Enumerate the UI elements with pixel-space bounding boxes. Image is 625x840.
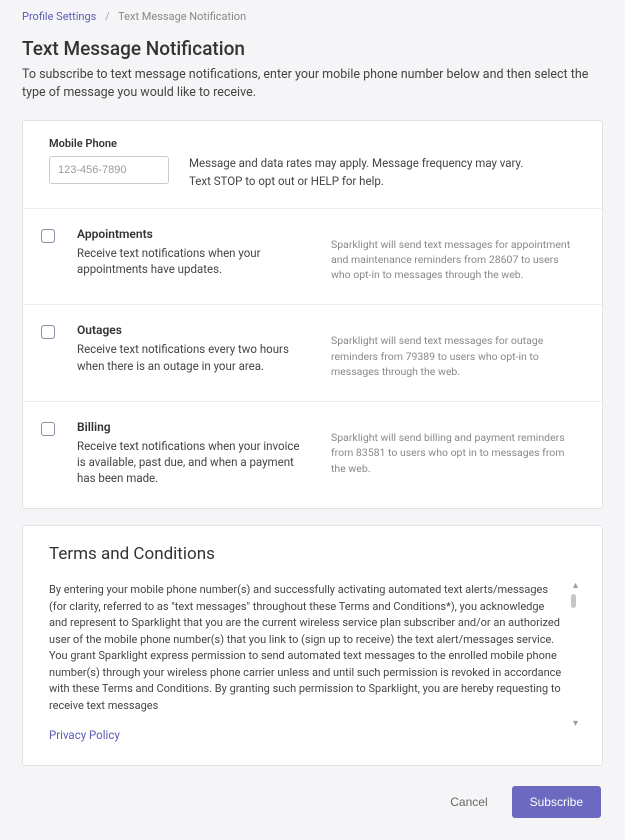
option-billing: Billing Receive text notifications when … xyxy=(23,402,602,508)
notification-card: Mobile Phone Message and data rates may … xyxy=(22,120,603,509)
scrollbar-thumb[interactable] xyxy=(571,594,576,608)
page-subtitle: To subscribe to text message notificatio… xyxy=(22,66,603,102)
page-title: Text Message Notification xyxy=(22,37,603,60)
breadcrumb-parent-link[interactable]: Profile Settings xyxy=(22,10,96,23)
option-desc: Receive text notifications when your inv… xyxy=(77,438,307,486)
mobile-phone-label: Mobile Phone xyxy=(49,137,169,150)
breadcrumb: Profile Settings / Text Message Notifica… xyxy=(22,8,603,37)
option-desc: Receive text notifications every two hou… xyxy=(77,341,307,373)
terms-body: By entering your mobile phone number(s) … xyxy=(49,582,562,714)
option-meta: Sparklight will send text messages for a… xyxy=(331,227,576,283)
checkbox-billing[interactable] xyxy=(41,422,55,436)
mobile-phone-input[interactable] xyxy=(49,156,169,184)
option-meta: Sparklight will send billing and payment… xyxy=(331,420,576,486)
mobile-phone-help-line1: Message and data rates may apply. Messag… xyxy=(189,155,523,172)
subscribe-button[interactable]: Subscribe xyxy=(512,786,601,818)
mobile-phone-help-line2: Text STOP to opt out or HELP for help. xyxy=(189,173,523,190)
terms-card: Terms and Conditions By entering your mo… xyxy=(22,525,603,766)
checkbox-outages[interactable] xyxy=(41,325,55,339)
cancel-button[interactable]: Cancel xyxy=(444,787,493,817)
mobile-phone-help: Message and data rates may apply. Messag… xyxy=(189,137,523,190)
option-desc: Receive text notifications when your app… xyxy=(77,245,307,277)
option-outages: Outages Receive text notifications every… xyxy=(23,305,602,402)
option-title: Outages xyxy=(77,323,307,337)
option-appointments: Appointments Receive text notifications … xyxy=(23,209,602,306)
breadcrumb-separator: / xyxy=(105,10,110,23)
option-title: Appointments xyxy=(77,227,307,241)
terms-scroll-region[interactable]: By entering your mobile phone number(s) … xyxy=(49,582,576,743)
option-meta: Sparklight will send text messages for o… xyxy=(331,323,576,379)
terms-title: Terms and Conditions xyxy=(49,544,576,564)
actions-row: Cancel Subscribe xyxy=(22,782,603,818)
option-title: Billing xyxy=(77,420,307,434)
breadcrumb-current: Text Message Notification xyxy=(118,10,246,23)
checkbox-appointments[interactable] xyxy=(41,229,55,243)
mobile-phone-row: Mobile Phone Message and data rates may … xyxy=(23,121,602,209)
privacy-policy-link[interactable]: Privacy Policy xyxy=(49,728,120,742)
